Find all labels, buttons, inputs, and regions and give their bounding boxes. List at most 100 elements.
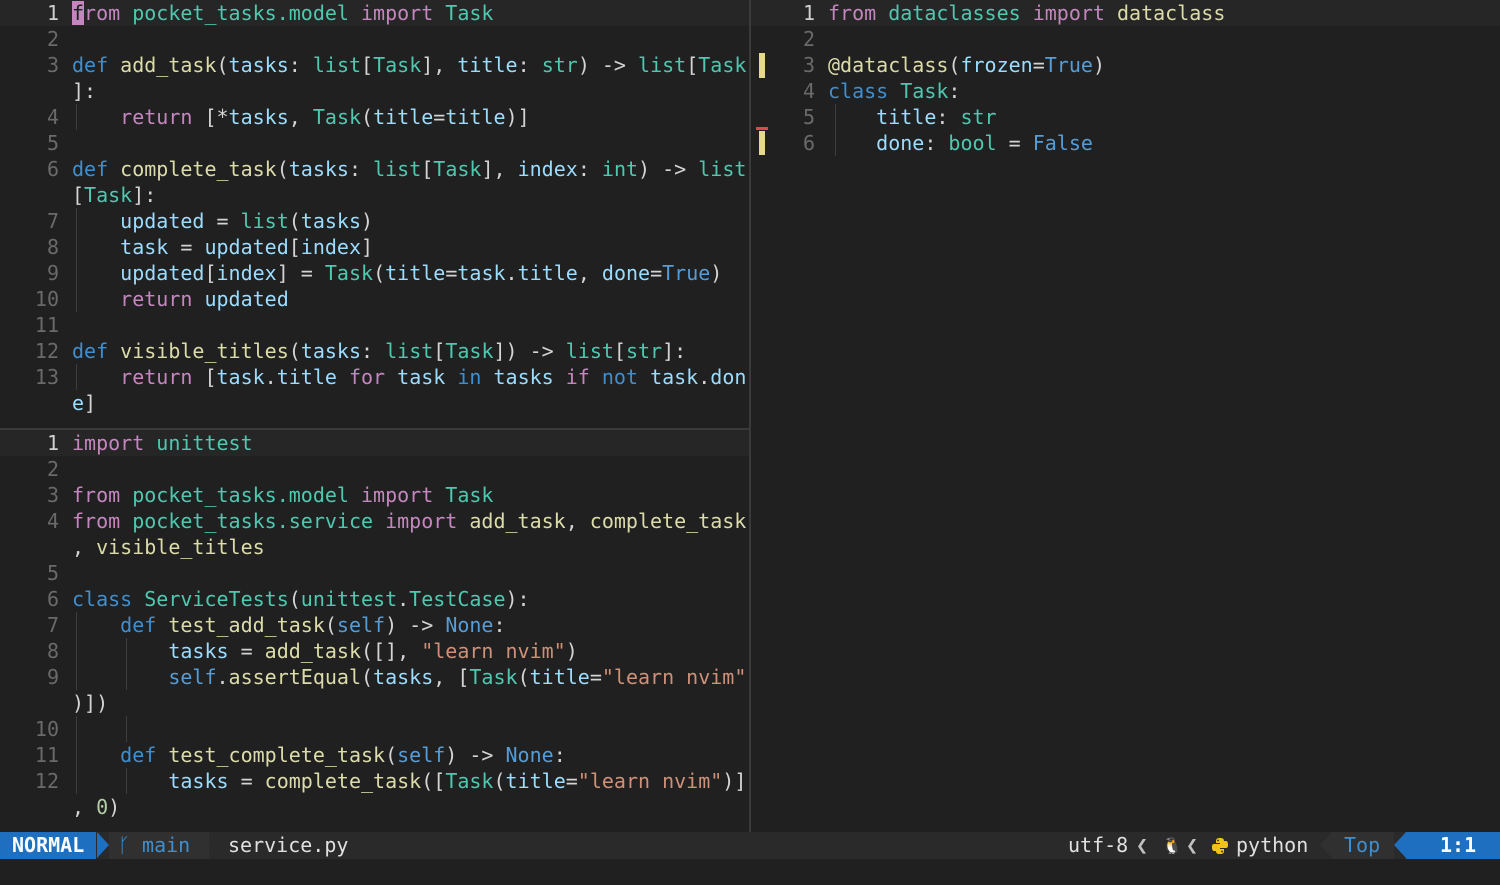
code-text: def complete_task(tasks: list[Task], ind… xyxy=(72,156,746,182)
code-line[interactable]: 5 xyxy=(0,130,749,156)
code-line[interactable]: 4 from pocket_tasks.service import add_ta… xyxy=(0,508,749,534)
code-token: assertEqual xyxy=(228,665,361,689)
code-line[interactable]: 3 def add_task(tasks: list[Task], title: … xyxy=(0,52,749,78)
code-line[interactable]: 3 @dataclass(frozen=True) xyxy=(751,52,1500,78)
status-line: NORMAL ᚴ main service.py utf-8 ❮ 🐧 ❮ pyt… xyxy=(0,832,1500,859)
command-line[interactable] xyxy=(0,859,1500,885)
code-token: ) xyxy=(108,795,121,819)
code-token: self xyxy=(72,665,217,689)
cursor-line-col: 1:1 xyxy=(1440,833,1477,857)
code-token: = xyxy=(996,131,1033,155)
code-token: tasks xyxy=(300,339,362,363)
code-token: def xyxy=(72,743,169,767)
code-line[interactable]: 4 return [*tasks, Task(title=title)] xyxy=(0,104,749,130)
code-token: index xyxy=(216,261,277,285)
code-token: if xyxy=(553,365,602,389)
code-line[interactable]: 4 class Task: xyxy=(751,78,1500,104)
code-text: return updated xyxy=(72,286,289,312)
code-token: ( xyxy=(216,53,229,77)
file-encoding: utf-8 xyxy=(1068,833,1129,857)
code-token: updated xyxy=(72,209,205,233)
code-token: rom xyxy=(84,1,133,25)
code-line[interactable]: )]) xyxy=(0,690,749,716)
mode-indicator: NORMAL xyxy=(0,832,97,859)
python-icon xyxy=(1212,838,1228,854)
code-line[interactable]: 11 def test_complete_task(self) -> None: xyxy=(0,742,749,768)
horizontal-split-border[interactable] xyxy=(0,428,749,430)
code-line[interactable]: [Task]: xyxy=(0,182,749,208)
code-token: ) xyxy=(710,261,723,285)
code-text: )]) xyxy=(72,690,108,716)
code-token: visible_titles xyxy=(96,535,265,559)
code-token: ( xyxy=(493,769,506,793)
code-token: ) xyxy=(361,209,374,233)
code-token: , xyxy=(565,509,590,533)
code-line[interactable]: 3 from pocket_tasks.model import Task xyxy=(0,482,749,508)
code-text: from pocket_tasks.model import Task xyxy=(72,0,493,26)
code-line[interactable]: 2 xyxy=(0,26,749,52)
code-token: Task xyxy=(324,261,374,285)
code-line[interactable]: 6 def complete_task(tasks: list[Task], in… xyxy=(0,156,749,182)
code-token: [ xyxy=(613,339,626,363)
code-line[interactable]: 8 task = updated[index] xyxy=(0,234,749,260)
code-text: def test_add_task(self) -> None: xyxy=(72,612,505,638)
code-token: = xyxy=(433,105,446,129)
code-line[interactable]: 13 return [task.title for task in tasks … xyxy=(0,364,749,390)
code-token: ServiceTests xyxy=(144,587,289,611)
code-line[interactable]: 5 title: str xyxy=(751,104,1500,130)
editor-pane-service[interactable]: 1 from pocket_tasks.model import Task 2 3 de… xyxy=(0,0,749,428)
code-token: = xyxy=(168,235,205,259)
code-token: not xyxy=(601,365,651,389)
code-line[interactable]: 10 return updated xyxy=(0,286,749,312)
line-number: 13 xyxy=(34,365,59,389)
code-token: unittest xyxy=(300,587,398,611)
code-token: def xyxy=(72,157,121,181)
code-line[interactable]: 1 import unittest xyxy=(0,430,749,456)
code-token: ) xyxy=(565,639,578,663)
code-token: @dataclass xyxy=(828,53,949,77)
code-token: updated xyxy=(72,261,205,285)
code-line[interactable]: 7 updated = list(tasks) xyxy=(0,208,749,234)
code-token: , xyxy=(72,535,97,559)
code-line[interactable]: 12 def visible_titles(tasks: list[Task]) … xyxy=(0,338,749,364)
editor-pane-model[interactable]: 1 from dataclasses import dataclass 2 3 @dat… xyxy=(751,0,1500,832)
code-token: return xyxy=(72,287,205,311)
line-number: 10 xyxy=(34,717,59,741)
code-text: updated = list(tasks) xyxy=(72,208,373,234)
code-line[interactable]: 1 from pocket_tasks.model import Task xyxy=(0,0,749,26)
code-line[interactable]: e] xyxy=(0,390,749,416)
code-line[interactable]: 9 updated[index] = Task(title=task.title… xyxy=(0,260,749,286)
code-line[interactable]: 5 xyxy=(0,560,749,586)
code-line[interactable]: 7 def test_add_task(self) -> None: xyxy=(0,612,749,638)
code-line[interactable]: 12 tasks = complete_task([Task(title="le… xyxy=(0,768,749,794)
code-token: ]) -> xyxy=(493,339,566,363)
code-token: ] = xyxy=(276,261,325,285)
code-text: def visible_titles(tasks: list[Task]) ->… xyxy=(72,338,686,364)
line-number: 1 xyxy=(46,1,59,25)
code-token: don xyxy=(710,365,747,389)
code-line[interactable]: , 0) xyxy=(0,794,749,820)
code-token: , xyxy=(288,105,313,129)
code-text: tasks = complete_task([Task(title="learn… xyxy=(72,768,746,794)
vertical-split-border[interactable] xyxy=(749,0,751,832)
code-token: from xyxy=(828,1,889,25)
code-line[interactable]: 1 from dataclasses import dataclass xyxy=(751,0,1500,26)
code-line[interactable]: 6 class ServiceTests(unittest.TestCase): xyxy=(0,586,749,612)
code-line[interactable]: 11 xyxy=(0,312,749,338)
editor-pane-test[interactable]: 1 import unittest 2 3 from pocket_tasks.mode… xyxy=(0,430,749,832)
code-token: ] xyxy=(361,235,374,259)
code-line[interactable]: 8 tasks = add_task([], "learn nvim") xyxy=(0,638,749,664)
code-line[interactable]: 2 xyxy=(0,456,749,482)
code-token: [ xyxy=(72,183,85,207)
code-token: ) -> xyxy=(638,157,699,181)
line-number: 2 xyxy=(46,27,59,51)
scroll-position: Top xyxy=(1344,833,1381,857)
code-line[interactable]: , visible_titles xyxy=(0,534,749,560)
code-line[interactable]: 6 done: bool = False xyxy=(751,130,1500,156)
code-line[interactable]: 9 self.assertEqual(tasks, [Task(title="l… xyxy=(0,664,749,690)
code-line[interactable]: 2 xyxy=(751,26,1500,52)
code-token: ( xyxy=(324,613,337,637)
code-line[interactable]: ]: xyxy=(0,78,749,104)
code-line[interactable]: 10 xyxy=(0,716,749,742)
git-branch: ᚴ main xyxy=(118,832,190,859)
